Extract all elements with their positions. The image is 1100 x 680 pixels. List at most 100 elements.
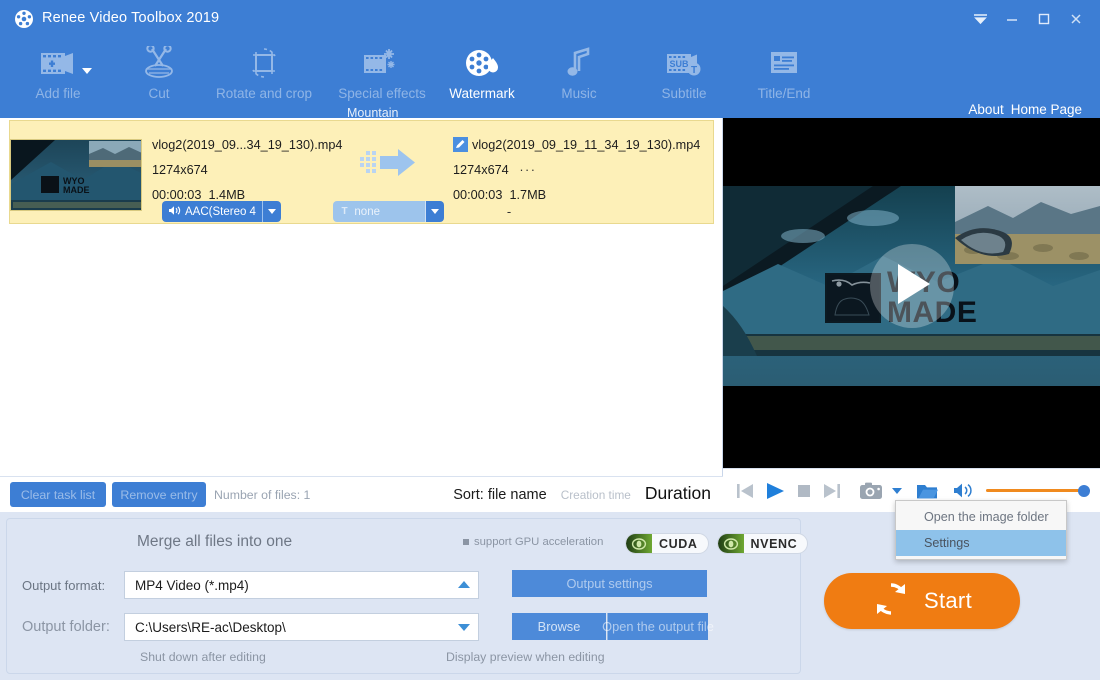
volume-speaker-icon[interactable] (953, 482, 973, 499)
cuda-badge-label: CUDA (659, 536, 698, 551)
subtitle-track-select[interactable]: T none (333, 201, 445, 222)
table-row[interactable]: WYO MADE vlog2(2019_09...34_19_130).mp4 … (9, 120, 714, 224)
about-link[interactable]: About (968, 102, 1003, 117)
snapshot-context-menu: Open the image folder Settings (895, 500, 1067, 560)
open-output-file-button[interactable]: Open the output file (602, 613, 714, 640)
video-preview[interactable]: WYO MADE (723, 118, 1100, 468)
clear-task-list-button[interactable]: Clear task list (10, 482, 106, 507)
home-page-link[interactable]: Home Page (1011, 102, 1082, 117)
nvidia-eye-icon (717, 534, 744, 553)
toolbar-item-label: Music (561, 86, 597, 101)
sort-creation-time-option[interactable]: Creation time (561, 488, 631, 502)
toolbar-item-title-end[interactable]: Title/End (730, 40, 838, 114)
start-button[interactable]: Start (824, 573, 1020, 629)
display-preview-label: Display preview when editing (446, 650, 605, 664)
scissors-icon (105, 42, 213, 84)
target-size: 1.7MB (509, 188, 547, 202)
caret-up-icon[interactable] (458, 572, 470, 598)
film-plus-icon (4, 42, 112, 84)
remove-entry-button[interactable]: Remove entry (112, 482, 206, 507)
toolbar-links: About Home Page (968, 102, 1082, 117)
menu-item-open-image-folder[interactable]: Open the image folder (896, 504, 1066, 530)
nvenc-badge-label: NVENC (750, 536, 798, 551)
nvidia-eye-icon (626, 534, 652, 553)
caret-down-icon[interactable] (261, 201, 281, 222)
window-controls (964, 6, 1092, 32)
task-list-panel: WYO MADE vlog2(2019_09...34_19_130).mp4 … (0, 118, 723, 514)
display-preview-checkbox[interactable]: Display preview when editing (446, 650, 605, 664)
volume-slider[interactable] (986, 484, 1090, 498)
skin-menu-button[interactable] (964, 6, 996, 32)
svg-text:MADE: MADE (63, 185, 90, 195)
sort-duration-option[interactable]: Duration (645, 483, 711, 504)
close-button[interactable] (1060, 6, 1092, 32)
track-selectors: AAC(Stereo 4 T none - (162, 201, 511, 222)
output-settings-button[interactable]: Output settings (512, 570, 707, 597)
sub-t-icon: SUB T (630, 42, 738, 84)
toolbar-item-special-effects[interactable]: Special effects (328, 40, 436, 114)
main-toolbar: Add file Cut Rotate and crop Special eff… (0, 38, 1100, 120)
convert-arrow-icon (360, 147, 418, 184)
folder-icon[interactable] (915, 481, 939, 501)
target-file-name-row: vlog2(2019_09_19_11_34_19_130).mp4 (453, 133, 700, 158)
source-file-info: vlog2(2019_09...34_19_130).mp4 1274x674 … (152, 133, 342, 208)
source-file-name: vlog2(2019_09...34_19_130).mp4 (152, 138, 343, 152)
audio-track-label: AAC(Stereo 4 (185, 205, 256, 218)
rotate-crop-icon (210, 42, 318, 84)
menu-item-settings[interactable]: Settings (896, 530, 1066, 556)
toolbar-item-label: Special effects (338, 86, 426, 101)
browse-button[interactable]: Browse (512, 613, 606, 640)
snapshot-menu-caret-down-icon[interactable] (892, 487, 902, 495)
output-format-row: Output format: MP4 Video (*.mp4) (0, 571, 479, 599)
output-folder-select[interactable]: C:\Users\RE-ac\Desktop\ (124, 613, 479, 641)
minimize-button[interactable] (996, 6, 1028, 32)
volume-knob[interactable] (1078, 484, 1090, 497)
sort-file-name-option[interactable]: Sort: file name (453, 487, 547, 503)
skip-forward-icon[interactable] (822, 482, 842, 500)
pencil-edit-icon[interactable] (453, 137, 468, 152)
output-folder-value: C:\Users\RE-ac\Desktop\ (135, 619, 286, 635)
maximize-button[interactable] (1028, 6, 1060, 32)
speaker-icon (168, 205, 181, 219)
target-more-ellipsis[interactable]: ··· (519, 163, 536, 177)
toolbar-item-watermark[interactable]: Watermark (428, 40, 536, 114)
video-thumbnail[interactable]: WYO MADE (10, 139, 142, 211)
caret-down-icon[interactable] (458, 614, 470, 640)
source-size: 1.4MB (208, 188, 246, 202)
bullet-square-icon (463, 539, 469, 545)
source-duration: 00:00:03 (152, 188, 202, 202)
audio-track-select[interactable]: AAC(Stereo 4 (162, 201, 281, 222)
nvenc-badge[interactable]: NVENC (716, 533, 809, 554)
text-page-icon (730, 42, 838, 84)
toolbar-item-label: Watermark (449, 86, 515, 101)
output-format-label: Output format: (22, 577, 106, 593)
caret-down-icon[interactable] (425, 201, 445, 222)
play-triangle-icon (890, 260, 934, 313)
skip-back-icon[interactable] (735, 482, 755, 500)
svg-text:T: T (342, 206, 348, 216)
music-note-icon (525, 42, 633, 84)
toolbar-item-label: Subtitle (661, 86, 707, 101)
toolbar-item-rotate-and-crop[interactable]: Rotate and crop (210, 40, 318, 114)
toolbar-item-label: Title/End (757, 86, 811, 101)
volume-track (986, 489, 1090, 492)
sort-controls: Sort: file name Creation time Duration (453, 483, 711, 504)
output-folder-label: Output folder: (22, 619, 110, 635)
shutdown-after-editing-checkbox[interactable]: Shut down after editing (140, 650, 266, 664)
play-icon[interactable] (764, 481, 786, 501)
camera-icon[interactable] (859, 481, 883, 501)
toolbar-item-add-file[interactable]: Add file (4, 40, 112, 114)
toolbar-item-music[interactable]: Music (525, 40, 633, 114)
subtitle-t-icon: T (339, 205, 350, 219)
chevron-down-icon[interactable] (82, 62, 92, 80)
target-resolution: 1274x674 (453, 163, 509, 177)
toolbar-item-subtitle[interactable]: SUB T Subtitle (630, 40, 738, 114)
play-overlay-button[interactable] (869, 244, 954, 328)
target-resolution-row: 1274x674 ··· (453, 158, 700, 183)
cuda-badge[interactable]: CUDA (625, 533, 709, 554)
merge-all-files-checkbox[interactable]: Merge all files into one (137, 533, 292, 551)
toolbar-item-cut[interactable]: Cut (105, 40, 213, 114)
stop-square-icon[interactable] (795, 482, 813, 500)
target-duration: 00:00:03 (453, 188, 503, 202)
output-format-select[interactable]: MP4 Video (*.mp4) (124, 571, 479, 599)
